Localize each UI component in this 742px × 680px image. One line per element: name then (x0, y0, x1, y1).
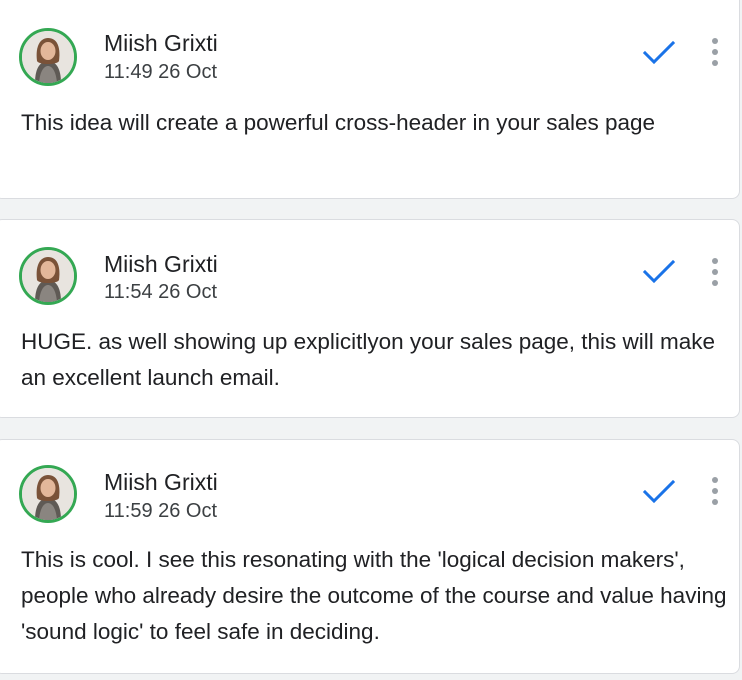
comment-author: Miish Grixti (104, 251, 218, 277)
comment-timestamp: 11:54 26 Oct (104, 281, 218, 303)
check-icon (642, 479, 676, 504)
comment-card[interactable]: Miish Grixti 11:49 26 Oct This idea will… (0, 0, 740, 199)
comment-card[interactable]: Miish Grixti 11:59 26 Oct This is cool. … (0, 439, 740, 674)
more-vert-icon (712, 38, 718, 66)
comment-body: This idea will create a powerful cross-h… (21, 110, 656, 135)
check-icon (642, 40, 676, 65)
comment-author: Miish Grixti (104, 469, 218, 495)
resolve-button[interactable] (639, 33, 679, 73)
comment-body: HUGE. as well showing up explicitlyon yo… (21, 329, 716, 390)
avatar-photo (22, 468, 74, 520)
more-vert-icon (712, 258, 718, 286)
more-vert-icon (712, 477, 718, 505)
resolve-button[interactable] (639, 252, 679, 292)
more-options-button[interactable] (703, 471, 727, 511)
resolve-button[interactable] (639, 472, 679, 512)
avatar-photo (22, 31, 74, 83)
comment-body: This is cool. I see this resonating with… (21, 547, 727, 644)
comment-timestamp: 11:49 26 Oct (104, 61, 218, 83)
check-icon (642, 259, 676, 284)
comment-timestamp: 11:59 26 Oct (104, 500, 218, 522)
avatar[interactable] (19, 28, 77, 86)
comment-card[interactable]: Miish Grixti 11:54 26 Oct HUGE. as well … (0, 219, 740, 418)
comment-author: Miish Grixti (104, 30, 218, 56)
more-options-button[interactable] (703, 252, 727, 292)
more-options-button[interactable] (703, 32, 727, 72)
comment-thread: Miish Grixti 11:49 26 Oct This idea will… (0, 0, 742, 680)
avatar-photo (22, 250, 74, 302)
avatar[interactable] (19, 465, 77, 523)
avatar[interactable] (19, 247, 77, 305)
